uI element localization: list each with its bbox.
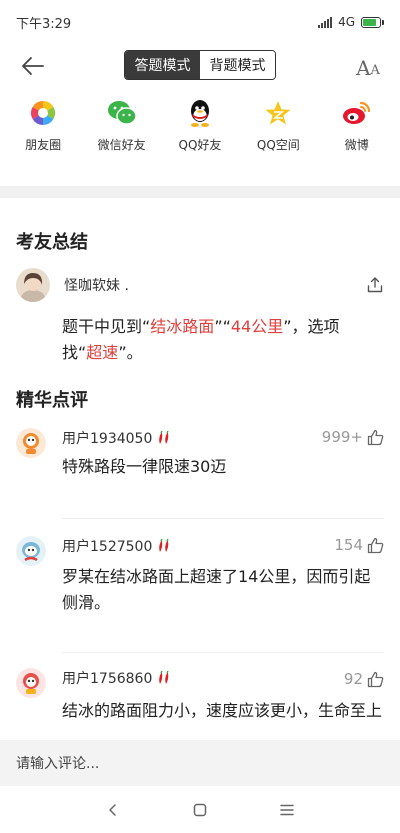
- avatar[interactable]: [16, 536, 46, 566]
- comment-username[interactable]: 用户1527500: [62, 536, 152, 556]
- share-button[interactable]: [366, 276, 384, 294]
- nav-menu-button[interactable]: [267, 795, 307, 825]
- battery-icon: [361, 16, 384, 28]
- thumbs-up-icon: [367, 429, 384, 445]
- like-count: 154: [334, 536, 363, 554]
- comment-item: 用户1527500 154 罗某在结冰路面上超速了14公里，因而引起侧滑。: [16, 536, 384, 636]
- share-qzone-label: QQ空间: [256, 138, 300, 152]
- wechat-icon: [107, 98, 137, 128]
- comment-text: 罗某在结冰路面上超速了14公里，因而引起侧滑。: [62, 567, 371, 612]
- featured-title: 精华点评: [16, 390, 88, 411]
- comment-username[interactable]: 用户1756860: [62, 668, 152, 688]
- like-button[interactable]: 154: [334, 536, 384, 554]
- mode-switch: 答题模式 背题模式: [124, 50, 276, 80]
- comment-item: 用户1756860 92 结冰的路面阻力小，速度应该更小，生命至上: [16, 668, 384, 740]
- moments-icon: [28, 98, 58, 128]
- font-size-button[interactable]: AA: [354, 54, 382, 78]
- comment-text: 结冰的路面阻力小，速度应该更小，生命至上: [62, 701, 383, 720]
- share-moments-label: 朋友圈: [25, 138, 62, 152]
- avatar[interactable]: [16, 668, 46, 698]
- divider: [62, 652, 384, 653]
- share-qq-label: QQ好友: [178, 138, 222, 152]
- network-type: 4G: [338, 15, 355, 29]
- summary-text: 题干中见到“结冰路面”“44公里”，选项找“超速”。: [62, 317, 340, 362]
- status-time: 下午3:29: [16, 16, 72, 32]
- share-moments[interactable]: 朋友圈: [5, 98, 81, 168]
- like-button[interactable]: 999+: [322, 428, 384, 446]
- chili-icon: [156, 538, 172, 554]
- comment-input[interactable]: 请输入评论...: [0, 740, 400, 786]
- font-size-icon: A: [356, 56, 371, 80]
- home-square-icon: [193, 803, 207, 816]
- divider: [62, 518, 384, 519]
- share-qq[interactable]: QQ好友: [162, 98, 238, 168]
- recite-mode-tab[interactable]: 背题模式: [200, 51, 275, 79]
- like-count: 999+: [321, 428, 363, 446]
- comment-text: 特殊路段一律限速30迈: [62, 457, 227, 476]
- menu-icon: [279, 804, 294, 815]
- qq-icon: [185, 98, 215, 128]
- like-count: 92: [343, 670, 363, 688]
- share-qzone[interactable]: QQ空间: [240, 98, 316, 168]
- chili-icon: [156, 670, 172, 686]
- share-row: 朋友圈 微信好友 QQ好友 QQ空间 微博: [0, 98, 400, 168]
- comment-item: 用户1934050 999+ 特殊路段一律限速30迈: [16, 428, 384, 508]
- avatar[interactable]: [16, 268, 50, 302]
- answer-mode-tab[interactable]: 答题模式: [125, 51, 200, 79]
- arrow-left-icon: [22, 57, 44, 75]
- share-icon: [367, 277, 383, 293]
- nav-home-button[interactable]: [180, 795, 220, 825]
- qzone-icon: [263, 98, 293, 128]
- avatar[interactable]: [16, 428, 46, 458]
- nav-back-button[interactable]: [93, 795, 133, 825]
- signal-icon: [318, 16, 333, 28]
- share-wechat-label: 微信好友: [97, 138, 146, 152]
- thumbs-up-icon: [367, 537, 384, 553]
- share-weibo-label: 微博: [344, 138, 369, 152]
- chili-icon: [156, 430, 172, 446]
- status-bar: 下午3:29 4G: [0, 0, 400, 44]
- share-wechat[interactable]: 微信好友: [84, 98, 160, 168]
- system-nav-bar: [0, 786, 400, 833]
- section-divider: [0, 186, 400, 198]
- thumbs-up-icon: [367, 671, 384, 687]
- summary-author: 怪咖软妹 .: [16, 268, 129, 302]
- summary-username[interactable]: 怪咖软妹 .: [64, 275, 129, 295]
- back-button[interactable]: [18, 52, 48, 80]
- comment-username[interactable]: 用户1934050: [62, 428, 152, 448]
- like-button[interactable]: 92: [344, 670, 384, 688]
- share-weibo[interactable]: 微博: [319, 98, 395, 168]
- summary-title: 考友总结: [16, 232, 88, 253]
- top-toolbar: 答题模式 背题模式 AA: [0, 44, 400, 88]
- weibo-icon: [342, 98, 372, 128]
- chevron-left-icon: [109, 803, 117, 816]
